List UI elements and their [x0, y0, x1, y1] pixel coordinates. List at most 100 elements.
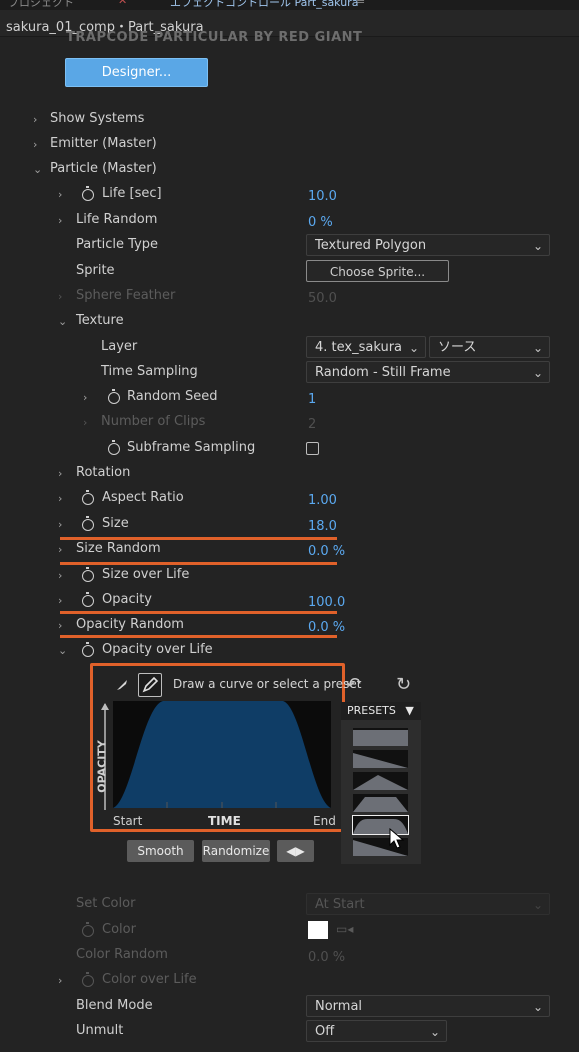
chevron-down-icon: ⌄: [532, 341, 543, 355]
stopwatch-icon[interactable]: [82, 186, 94, 201]
preset-thumbnail[interactable]: [353, 794, 408, 812]
color-label: Color: [102, 922, 136, 937]
stopwatch-icon: [82, 972, 94, 987]
preset-thumbnail[interactable]: [353, 772, 408, 790]
size-value[interactable]: 18.0: [308, 519, 337, 534]
expand-arrow-icon[interactable]: ›: [83, 391, 93, 404]
stopwatch-icon[interactable]: [82, 642, 94, 657]
sphere-feather-value: 50.0: [308, 291, 337, 306]
expand-arrow-icon[interactable]: ›: [58, 492, 68, 505]
stopwatch-icon[interactable]: [82, 567, 94, 582]
particle-label: Particle (Master): [50, 161, 157, 176]
emitter-label: Emitter (Master): [50, 136, 157, 151]
opacity-label: Opacity: [102, 592, 153, 607]
preset-thumbnail[interactable]: [353, 728, 408, 746]
particle-type-dropdown[interactable]: Textured Polygon ⌄: [306, 234, 550, 256]
opacity-curve-graph[interactable]: [113, 701, 331, 808]
undo-icon[interactable]: ↶: [346, 674, 361, 695]
show-systems-label: Show Systems: [50, 111, 145, 126]
chevron-down-icon: ⌄: [532, 898, 543, 912]
life-value[interactable]: 10.0: [308, 189, 337, 204]
tab-project[interactable]: プロジェクト: [8, 0, 74, 10]
eyedropper-icon[interactable]: ▭◂: [336, 922, 353, 936]
sprite-label: Sprite: [76, 263, 115, 278]
expand-arrow-icon[interactable]: ›: [33, 113, 43, 126]
expand-arrow-icon[interactable]: ›: [58, 518, 68, 531]
time-sampling-value: Random - Still Frame: [315, 365, 451, 380]
subframe-sampling-checkbox[interactable]: [306, 442, 319, 455]
highlight-underline: [60, 611, 337, 614]
time-sampling-dropdown[interactable]: Random - Still Frame ⌄: [306, 361, 550, 383]
aspect-ratio-value[interactable]: 1.00: [308, 493, 337, 508]
end-label: End: [313, 814, 336, 828]
choose-sprite-button[interactable]: Choose Sprite...: [306, 260, 449, 282]
color-random-value: 0.0 %: [308, 950, 346, 965]
random-seed-value[interactable]: 1: [308, 392, 316, 407]
expand-arrow-icon[interactable]: ›: [58, 974, 68, 987]
flip-button[interactable]: ◀▶: [277, 840, 314, 862]
expand-arrow-icon[interactable]: ›: [58, 569, 68, 582]
blend-mode-value: Normal: [315, 999, 363, 1014]
presets-label: PRESETS: [347, 704, 396, 717]
designer-button[interactable]: Designer...: [65, 58, 208, 87]
pencil-icon: [142, 676, 159, 693]
life-random-label: Life Random: [76, 212, 158, 227]
unmult-dropdown[interactable]: Off ⌄: [306, 1020, 447, 1042]
expand-arrow-icon[interactable]: ›: [58, 188, 68, 201]
time-sampling-label: Time Sampling: [101, 364, 198, 379]
size-label: Size: [102, 516, 129, 531]
preset-thumbnail[interactable]: [353, 750, 408, 768]
set-color-dropdown: At Start ⌄: [306, 893, 550, 915]
tab-effect-controls[interactable]: エフェクトコントロール Part_sakura: [170, 0, 358, 10]
expand-arrow-icon[interactable]: ›: [58, 619, 68, 632]
stopwatch-icon: [82, 922, 94, 937]
stopwatch-icon[interactable]: [82, 490, 94, 505]
pencil-tool-button[interactable]: [138, 673, 162, 697]
presets-header[interactable]: PRESETS ▼: [341, 702, 421, 720]
stopwatch-icon[interactable]: [82, 592, 94, 607]
rotation-label: Rotation: [76, 465, 131, 480]
life-random-value[interactable]: 0 %: [308, 215, 333, 230]
blend-mode-label: Blend Mode: [76, 998, 153, 1013]
opacity-random-label: Opacity Random: [76, 617, 184, 632]
chevron-down-icon: ⌄: [429, 1025, 440, 1039]
chevron-down-icon: ⌄: [532, 1000, 543, 1014]
reset-icon[interactable]: ↻: [396, 674, 411, 695]
size-random-label: Size Random: [76, 541, 161, 556]
blend-mode-dropdown[interactable]: Normal ⌄: [306, 995, 550, 1017]
set-color-value: At Start: [315, 897, 365, 912]
stopwatch-icon[interactable]: [82, 516, 94, 531]
layer-source-dropdown[interactable]: ソース ⌄: [429, 336, 550, 358]
chevron-down-icon: ⌄: [532, 366, 543, 380]
particle-type-label: Particle Type: [76, 237, 159, 252]
smooth-button[interactable]: Smooth: [127, 840, 194, 862]
size-over-life-label: Size over Life: [102, 567, 190, 582]
highlight-underline: [60, 635, 337, 638]
stopwatch-icon[interactable]: [108, 389, 120, 404]
number-of-clips-label: Number of Clips: [101, 414, 206, 429]
opacity-value[interactable]: 100.0: [308, 595, 345, 610]
collapse-arrow-icon[interactable]: ⌄: [58, 644, 68, 657]
menu-icon[interactable]: ≡: [356, 0, 365, 7]
sphere-feather-label: Sphere Feather: [76, 288, 176, 303]
expand-arrow-icon[interactable]: ›: [33, 138, 43, 151]
collapse-arrow-icon[interactable]: ⌄: [33, 163, 43, 176]
size-random-value[interactable]: 0.0 %: [308, 544, 345, 559]
presets-panel: PRESETS ▼: [341, 702, 421, 864]
layer-dropdown[interactable]: 4. tex_sakura ⌄: [306, 336, 426, 358]
start-label: Start: [113, 814, 143, 828]
highlight-underline: [60, 537, 337, 540]
expand-arrow-icon[interactable]: ›: [58, 467, 68, 480]
collapse-arrow-icon[interactable]: ⌄: [58, 315, 68, 328]
unmult-value: Off: [315, 1024, 335, 1039]
opacity-random-value[interactable]: 0.0 %: [308, 620, 345, 635]
color-random-label: Color Random: [76, 947, 168, 962]
brush-icon[interactable]: [115, 678, 129, 692]
color-swatch[interactable]: [308, 921, 328, 939]
expand-arrow-icon[interactable]: ›: [58, 214, 68, 227]
expand-arrow-icon[interactable]: ›: [58, 543, 68, 556]
randomize-button[interactable]: Randomize: [202, 840, 270, 862]
stopwatch-icon[interactable]: [108, 440, 120, 455]
expand-arrow-icon[interactable]: ›: [58, 594, 68, 607]
close-icon[interactable]: ✕: [118, 0, 127, 7]
